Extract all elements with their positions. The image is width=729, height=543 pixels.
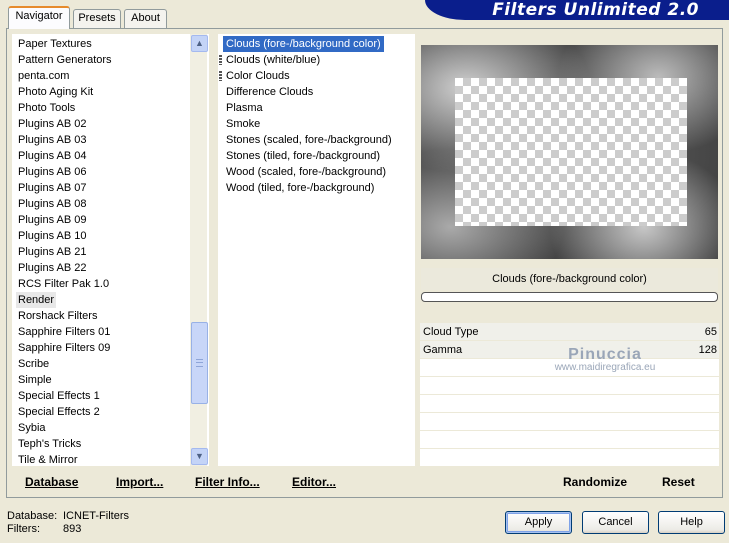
filter-item[interactable]: Stones (scaled, fore-/background)	[226, 132, 392, 148]
parameter-table: Cloud Type 65 Gamma 128	[420, 323, 719, 467]
apply-button[interactable]: Apply	[505, 511, 572, 534]
param-label: Gamma	[423, 344, 463, 356]
param-label: Cloud Type	[423, 326, 479, 338]
filter-item[interactable]: Difference Clouds	[226, 84, 313, 100]
category-item[interactable]: Paper Textures	[18, 36, 92, 52]
database-value: ICNET-Filters	[63, 510, 129, 522]
scroll-up-button[interactable]: ▲	[191, 35, 208, 52]
help-button[interactable]: Help	[658, 511, 725, 534]
randomize-button[interactable]: Randomize	[563, 473, 627, 491]
filters-label: Filters:	[7, 523, 40, 535]
category-item[interactable]: Plugins AB 07	[18, 180, 87, 196]
category-item[interactable]: Plugins AB 08	[18, 196, 87, 212]
category-item[interactable]: Sapphire Filters 09	[18, 340, 110, 356]
category-item[interactable]: Plugins AB 10	[18, 228, 87, 244]
filter-item[interactable]: Plasma	[226, 100, 263, 116]
filter-item[interactable]: Smoke	[226, 116, 260, 132]
watermark: Pinuccia www.maidiregrafica.eu	[540, 346, 670, 373]
category-item[interactable]: Tile & Mirror	[18, 452, 77, 466]
category-item[interactable]: Plugins AB 04	[18, 148, 87, 164]
param-row-empty	[420, 377, 719, 395]
category-item[interactable]: Teph's Tricks	[18, 436, 81, 452]
tab-about[interactable]: About	[124, 9, 167, 28]
category-list[interactable]: Paper Textures Pattern Generators penta.co…	[12, 34, 209, 466]
category-item[interactable]: Plugins AB 02	[18, 116, 87, 132]
param-row-empty	[420, 449, 719, 467]
category-item[interactable]: Plugins AB 21	[18, 244, 87, 260]
filter-info-button[interactable]: Filter Info...	[195, 473, 260, 491]
category-item[interactable]: Plugins AB 22	[18, 260, 87, 276]
filter-title: Clouds (fore-/background color)	[421, 268, 718, 290]
filter-item[interactable]: Stones (tiled, fore-/background)	[226, 148, 380, 164]
database-button[interactable]: Database	[25, 473, 78, 491]
filter-list[interactable]: Clouds (fore-/background color) Clouds (w…	[218, 34, 415, 466]
param-row-empty	[420, 395, 719, 413]
category-item[interactable]: penta.com	[18, 68, 69, 84]
filter-item[interactable]: Clouds (white/blue)	[226, 52, 320, 68]
preset-marker-icon	[219, 55, 222, 65]
category-item[interactable]: Sapphire Filters 01	[18, 324, 110, 340]
category-item[interactable]: Photo Aging Kit	[18, 84, 93, 100]
chevron-down-icon: ▼	[195, 451, 204, 461]
filter-item[interactable]: Clouds (fore-/background color)	[223, 36, 384, 52]
category-item[interactable]: Photo Tools	[18, 100, 75, 116]
cancel-button[interactable]: Cancel	[582, 511, 649, 534]
scroll-down-button[interactable]: ▼	[191, 448, 208, 465]
category-item[interactable]: Sybia	[18, 420, 46, 436]
param-row-empty	[420, 413, 719, 431]
reset-button[interactable]: Reset	[662, 473, 695, 491]
filter-item[interactable]: Wood (tiled, fore-/background)	[226, 180, 374, 196]
database-label: Database:	[7, 510, 58, 522]
category-item[interactable]: Special Effects 1	[18, 388, 100, 404]
param-row-cloud-type[interactable]: Cloud Type 65	[420, 323, 719, 341]
param-row-empty	[420, 431, 719, 449]
tab-presets[interactable]: Presets	[73, 9, 121, 28]
category-item[interactable]: Rorshack Filters	[18, 308, 97, 324]
param-value: 65	[704, 326, 717, 338]
category-item[interactable]: Special Effects 2	[18, 404, 100, 420]
category-item[interactable]: Plugins AB 06	[18, 164, 87, 180]
filter-item[interactable]: Wood (scaled, fore-/background)	[226, 164, 386, 180]
category-item[interactable]: RCS Filter Pak 1.0	[18, 276, 109, 292]
param-value: 128	[698, 344, 717, 356]
progress-bar	[421, 292, 718, 302]
category-item[interactable]: Render	[16, 292, 57, 308]
filter-item[interactable]: Color Clouds	[226, 68, 290, 84]
category-item[interactable]: Plugins AB 09	[18, 212, 87, 228]
editor-button[interactable]: Editor...	[292, 473, 336, 491]
filters-count: 893	[63, 523, 82, 535]
preset-marker-icon	[219, 71, 222, 81]
category-item[interactable]: Pattern Generators	[18, 52, 112, 68]
watermark-url: www.maidiregrafica.eu	[554, 362, 656, 373]
category-scrollbar[interactable]: ▲ ▼	[190, 34, 208, 466]
app-title-banner: Filters Unlimited 2.0	[425, 0, 729, 20]
scroll-thumb[interactable]	[191, 322, 208, 404]
category-item[interactable]: Simple	[18, 372, 52, 388]
category-item[interactable]: Scribe	[18, 356, 49, 372]
import-button[interactable]: Import...	[116, 473, 163, 491]
category-item[interactable]: Plugins AB 03	[18, 132, 87, 148]
tab-navigator[interactable]: Navigator	[8, 6, 70, 29]
grip-icon	[196, 359, 203, 367]
chevron-up-icon: ▲	[195, 38, 204, 48]
preview-transparency	[455, 78, 687, 226]
